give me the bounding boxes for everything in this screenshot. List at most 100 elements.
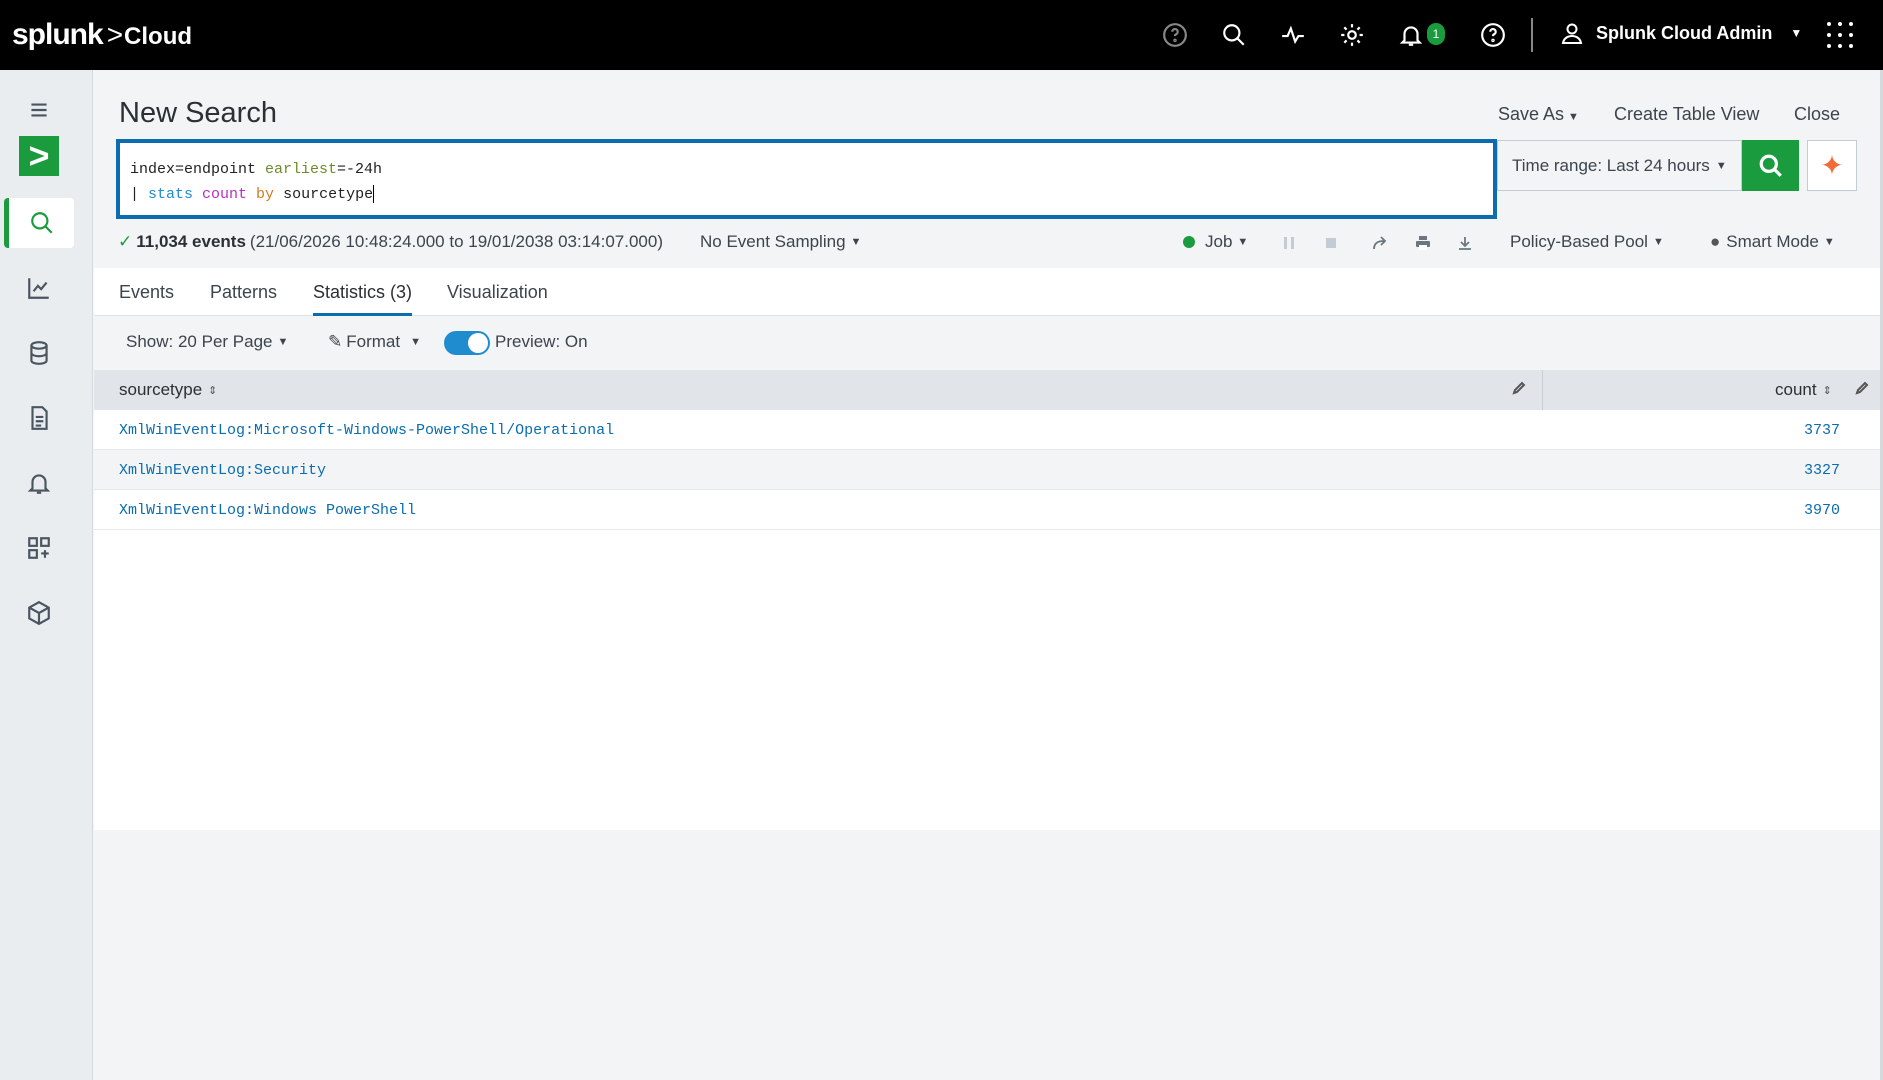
sidebar-item-apps[interactable]: [4, 588, 74, 638]
gear-icon[interactable]: [1337, 20, 1367, 50]
column-header-label: sourcetype: [119, 380, 203, 399]
user-menu[interactable]: Splunk Cloud Admin ▼: [1560, 20, 1802, 46]
print-icon[interactable]: [1414, 234, 1432, 252]
sourcetype-cell[interactable]: XmlWinEventLog:Microsoft-Windows-PowerSh…: [119, 422, 614, 439]
workload-pool-menu[interactable]: Policy-Based Pool ▼: [1510, 232, 1664, 252]
sidebar-item-search[interactable]: [4, 198, 74, 248]
splunk-cloud-logo[interactable]: splunk > Cloud: [12, 18, 192, 52]
search-icon: [1759, 154, 1782, 177]
text-cursor: [373, 185, 375, 204]
menu-toggle-icon[interactable]: [4, 85, 74, 135]
brand-product: Cloud: [124, 23, 193, 50]
search-mode-menu[interactable]: ● Smart Mode ▼: [1710, 232, 1835, 252]
column-header-label: count: [1775, 380, 1817, 399]
apps-grid-icon[interactable]: [1827, 22, 1853, 48]
dashboard-grid-icon: [28, 537, 50, 559]
left-sidebar: >: [0, 70, 93, 1080]
per-page-label: Show: 20 Per Page: [126, 332, 273, 351]
events-count: 11,034 events: [136, 232, 246, 251]
column-divider: [1542, 370, 1543, 410]
tab-events[interactable]: Events: [119, 282, 174, 316]
search-mode-label: Smart Mode: [1726, 232, 1819, 251]
sourcetype-cell[interactable]: XmlWinEventLog:Security: [119, 462, 326, 479]
count-cell[interactable]: 3327: [1804, 462, 1840, 479]
chevron-down-icon: ▼: [410, 336, 421, 348]
question-icon[interactable]: [1478, 20, 1508, 50]
checkmark-icon: ✓: [118, 232, 133, 251]
chevron-down-icon: ▼: [1652, 236, 1664, 248]
create-table-view-link[interactable]: Create Table View: [1614, 104, 1759, 125]
brand-arrow: >: [106, 19, 123, 50]
search-query-editor[interactable]: index=endpoint earliest=-24h | stats cou…: [116, 139, 1497, 219]
save-as-label: Save As: [1498, 104, 1565, 124]
bell-icon[interactable]: [1396, 20, 1426, 50]
search-icon[interactable]: [1219, 20, 1249, 50]
stop-icon[interactable]: [1322, 234, 1340, 252]
query-keyword: earliest: [265, 161, 338, 178]
edit-column-icon[interactable]: [1855, 380, 1869, 400]
time-range-picker[interactable]: Time range: Last 24 hours ▼: [1497, 140, 1742, 191]
table-row: XmlWinEventLog:Windows PowerShell 3970: [94, 490, 1880, 530]
export-download-icon[interactable]: [1456, 234, 1474, 252]
topbar-divider: [1531, 18, 1533, 52]
tab-statistics[interactable]: Statistics (3): [313, 282, 413, 316]
format-menu[interactable]: ✎ Format ▼: [328, 332, 421, 352]
user-icon: [1561, 23, 1583, 44]
sidebar-item-dashboards[interactable]: [4, 523, 74, 573]
table-row: XmlWinEventLog:Microsoft-Windows-PowerSh…: [94, 410, 1880, 450]
cube-icon: [28, 600, 50, 626]
sourcetype-cell[interactable]: XmlWinEventLog:Windows PowerShell: [119, 502, 416, 519]
pause-icon[interactable]: [1280, 234, 1298, 252]
top-navigation-bar: splunk > Cloud 1 Splunk Cloud Admin ▼: [0, 0, 1883, 70]
splunk-app-logo[interactable]: >: [19, 135, 59, 176]
sidebar-item-analytics[interactable]: [4, 263, 74, 313]
sidebar-item-reports[interactable]: [4, 393, 74, 443]
preview-toggle[interactable]: [444, 331, 490, 355]
help-circle-icon[interactable]: [1160, 20, 1190, 50]
event-sampling-menu[interactable]: No Event Sampling ▼: [700, 232, 861, 252]
brand-name: splunk: [12, 18, 104, 51]
chevron-down-icon: ▼: [1568, 111, 1579, 123]
chevron-down-icon: ▼: [1790, 26, 1803, 40]
search-icon: [30, 212, 53, 234]
save-as-menu[interactable]: Save As ▼: [1498, 104, 1579, 125]
results-tabs: Events Patterns Statistics (3) Visualiza…: [94, 268, 1880, 316]
sparkle-icon: ✦: [1820, 150, 1844, 181]
column-header-sourcetype[interactable]: sourcetype ⇕: [119, 380, 217, 400]
chevron-down-icon: ▼: [1823, 236, 1835, 248]
sort-icon: ⇕: [1822, 384, 1832, 397]
query-command: stats: [148, 186, 194, 203]
chevron-down-icon: ▼: [1237, 236, 1249, 248]
column-header-count[interactable]: count ⇕: [1775, 380, 1832, 400]
search-button[interactable]: [1742, 140, 1799, 191]
database-icon: [30, 341, 48, 365]
query-text: =-24h: [337, 161, 383, 178]
chevron-down-icon: ▼: [850, 236, 862, 248]
lightbulb-icon: ●: [1710, 232, 1721, 251]
query-function: count: [193, 186, 257, 203]
search-status: ✓ 11,034 events (21/06/2026 10:48:24.000…: [118, 232, 663, 252]
ai-assistant-button[interactable]: ✦: [1807, 140, 1857, 191]
edit-column-icon[interactable]: [1512, 380, 1526, 400]
tab-patterns[interactable]: Patterns: [210, 282, 277, 316]
bell-icon: [27, 474, 51, 494]
job-label: Job: [1205, 232, 1233, 251]
preview-label: Preview: On: [495, 332, 588, 351]
sidebar-item-datasets[interactable]: [4, 328, 74, 378]
sidebar-item-alerts[interactable]: [4, 458, 74, 508]
notification-count-badge: 1: [1427, 23, 1445, 45]
results-controls: Show: 20 Per Page ▼ ✎ Format ▼ Preview: On: [94, 317, 1880, 370]
tab-visualization[interactable]: Visualization: [447, 282, 548, 316]
workload-pool-label: Policy-Based Pool: [1510, 232, 1648, 251]
statistics-table: sourcetype ⇕ count ⇕ XmlWinEventLog:Micros…: [94, 370, 1880, 830]
sort-icon: ⇕: [208, 384, 218, 397]
job-menu[interactable]: Job ▼: [1183, 232, 1248, 252]
share-icon[interactable]: [1371, 234, 1389, 252]
query-keyword: by: [256, 186, 275, 203]
table-row: XmlWinEventLog:Security 3327: [94, 450, 1880, 490]
close-link[interactable]: Close: [1794, 104, 1840, 125]
count-cell[interactable]: 3970: [1804, 502, 1840, 519]
activity-icon[interactable]: [1278, 20, 1308, 50]
count-cell[interactable]: 3737: [1804, 422, 1840, 439]
per-page-menu[interactable]: Show: 20 Per Page ▼: [126, 332, 288, 352]
